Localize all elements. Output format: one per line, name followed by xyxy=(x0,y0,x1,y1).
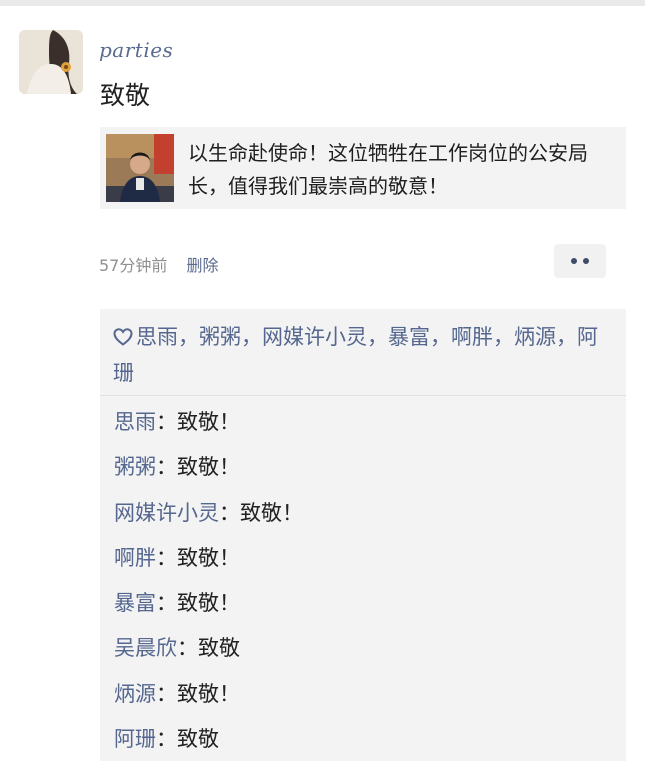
comment-author[interactable]: 思雨 xyxy=(114,410,156,434)
like-separator: ， xyxy=(493,325,514,349)
like-separator: ， xyxy=(241,325,262,349)
comment-item[interactable]: 阿珊：致敬 xyxy=(114,722,614,767)
like-separator: ， xyxy=(556,325,577,349)
like-name[interactable]: 网媒许小灵 xyxy=(262,325,367,349)
moment-post: parties 致敬 以生命赴使命！这位牺牲在工作岗位的公安局长，值得我们最崇高… xyxy=(0,6,645,763)
comment-author[interactable]: 炳源 xyxy=(114,682,156,706)
more-button[interactable] xyxy=(554,244,606,278)
comment-separator: ： xyxy=(156,545,177,570)
divider xyxy=(100,395,626,396)
comment-text: 致敬！ xyxy=(177,545,240,570)
like-name[interactable]: 暴富 xyxy=(388,325,430,349)
article-title: 以生命赴使命！这位牺牲在工作岗位的公安局长，值得我们最崇高的敬意！ xyxy=(188,141,588,198)
comment-author[interactable]: 啊胖 xyxy=(114,546,156,570)
comments-list: 思雨：致敬！ 粥粥：致敬！ 网媒许小灵：致敬！ 啊胖：致敬！ 暴富：致敬！ 吴晨欣：致敬炳… xyxy=(114,405,614,767)
comment-item[interactable]: 吴晨欣：致敬 xyxy=(114,631,614,676)
comment-item[interactable]: 思雨：致敬！ xyxy=(114,405,614,450)
shared-article-card[interactable]: 以生命赴使命！这位牺牲在工作岗位的公安局长，值得我们最崇高的敬意！ xyxy=(100,127,626,209)
like-separator: ， xyxy=(178,325,199,349)
comment-author[interactable]: 吴晨欣 xyxy=(114,636,177,660)
comment-author[interactable]: 阿珊 xyxy=(114,727,156,751)
comment-text: 致敬！ xyxy=(177,455,240,480)
heart-outline-icon xyxy=(113,322,133,356)
delete-link[interactable]: 删除 xyxy=(186,256,218,275)
post-meta: 57分钟前 删除 xyxy=(99,252,218,276)
comment-item[interactable]: 暴富：致敬！ xyxy=(114,586,614,631)
comment-text: 致敬！ xyxy=(177,681,240,706)
comment-text: 致敬！ xyxy=(177,410,240,434)
like-separator: ， xyxy=(367,325,388,349)
comment-separator: ： xyxy=(156,681,177,706)
likes-list: 思雨，粥粥，网媒许小灵，暴富，啊胖，炳源，阿珊 xyxy=(113,320,613,390)
post-text: 致敬 xyxy=(100,81,151,110)
comment-separator: ： xyxy=(177,636,198,661)
comment-item[interactable]: 炳源：致敬！ xyxy=(114,677,614,722)
comment-text: 致敬 xyxy=(198,636,240,661)
avatar-image xyxy=(19,30,83,94)
comment-text: 致敬！ xyxy=(240,500,303,525)
like-name[interactable]: 炳源 xyxy=(514,325,556,349)
like-name[interactable]: 粥粥 xyxy=(199,325,241,349)
comment-author[interactable]: 网媒许小灵 xyxy=(114,501,219,525)
comment-separator: ： xyxy=(219,500,240,525)
article-thumbnail xyxy=(106,134,174,202)
like-name[interactable]: 啊胖 xyxy=(451,325,493,349)
comment-item[interactable]: 啊胖：致敬！ xyxy=(114,541,614,586)
comment-item[interactable]: 网媒许小灵：致敬！ xyxy=(114,496,614,541)
dot-icon xyxy=(583,258,589,264)
comment-separator: ： xyxy=(156,410,177,434)
author-name[interactable]: parties xyxy=(99,38,173,62)
comment-separator: ： xyxy=(156,727,177,752)
comment-author[interactable]: 粥粥 xyxy=(114,455,156,479)
comment-item[interactable]: 粥粥：致敬！ xyxy=(114,450,614,495)
comment-separator: ： xyxy=(156,455,177,480)
comment-separator: ： xyxy=(156,591,177,616)
like-separator: ， xyxy=(430,325,451,349)
avatar[interactable] xyxy=(19,30,83,94)
comment-author[interactable]: 暴富 xyxy=(114,591,156,615)
comment-text: 致敬 xyxy=(177,727,219,752)
article-photo xyxy=(106,134,174,202)
post-time: 57分钟前 xyxy=(99,256,168,275)
dot-icon xyxy=(571,258,577,264)
likes-comments-panel: 思雨，粥粥，网媒许小灵，暴富，啊胖，炳源，阿珊 思雨：致敬！ 粥粥：致敬！ 网媒许小… xyxy=(100,309,626,761)
like-name[interactable]: 思雨 xyxy=(136,325,178,349)
comment-text: 致敬！ xyxy=(177,591,240,616)
